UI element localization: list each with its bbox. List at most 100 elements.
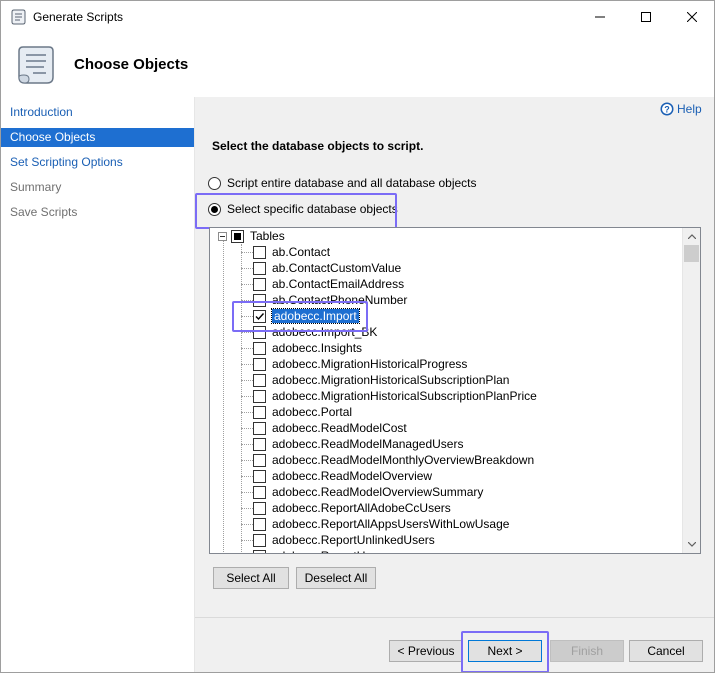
scroll-down-arrow[interactable]: [683, 536, 700, 553]
next-button[interactable]: Next >: [468, 640, 542, 662]
tree-item-checkbox[interactable]: [253, 533, 266, 547]
tree-guide-branch: [241, 332, 253, 333]
tree-item[interactable]: adobecc.MigrationHistoricalSubscriptionP…: [253, 388, 537, 404]
maximize-button[interactable]: [623, 1, 669, 33]
tree-item-label: adobecc.MigrationHistoricalSubscriptionP…: [272, 389, 537, 403]
page-title: Choose Objects: [74, 56, 189, 73]
finish-button: Finish: [550, 640, 624, 662]
nav-item-set-scripting-options[interactable]: Set Scripting Options: [1, 153, 194, 172]
tree-item-label: adobecc.ReadModelManagedUsers: [272, 437, 464, 451]
radio-specific-objects-label: Select specific database objects: [227, 202, 398, 216]
cancel-button[interactable]: Cancel: [629, 640, 703, 662]
footer-divider: [195, 617, 714, 618]
tree-item-label: adobecc.ReportUsers: [272, 549, 388, 553]
tree-item-label: adobecc.ReportAllAdobeCcUsers: [272, 501, 451, 515]
scroll-thumb[interactable]: [684, 245, 699, 262]
help-link[interactable]: ? Help: [660, 102, 702, 116]
tree-node-tables[interactable]: Tables: [218, 228, 285, 244]
tree-item-checkbox[interactable]: [253, 549, 266, 553]
tree-guide-branch: [241, 524, 253, 525]
tree-item-checkbox[interactable]: [253, 261, 266, 275]
wizard-header: Choose Objects: [1, 33, 714, 97]
tree-item[interactable]: adobecc.MigrationHistoricalSubscriptionP…: [253, 372, 509, 388]
radio-specific-objects[interactable]: Select specific database objects: [208, 202, 398, 216]
tree-item-checkbox[interactable]: [253, 293, 266, 307]
tree-item[interactable]: adobecc.ReportAllAppsUsersWithLowUsage: [253, 516, 509, 532]
tree-item-label: ab.ContactPhoneNumber: [272, 293, 408, 307]
select-all-button[interactable]: Select All: [213, 567, 289, 589]
tree-item[interactable]: adobecc.ReportUnlinkedUsers: [253, 532, 435, 548]
script-scroll-icon: [18, 46, 54, 84]
tree-item[interactable]: adobecc.ReadModelManagedUsers: [253, 436, 463, 452]
chevron-down-icon: [687, 542, 696, 547]
tree-item[interactable]: ab.Contact: [253, 244, 330, 260]
tree-item-checkbox[interactable]: [253, 309, 266, 323]
tree-guide-branch: [241, 476, 253, 477]
previous-button[interactable]: < Previous: [389, 640, 463, 662]
tree-item-checkbox[interactable]: [253, 245, 266, 259]
tree-item[interactable]: ab.ContactPhoneNumber: [253, 292, 407, 308]
tree-item-label: adobecc.MigrationHistoricalSubscriptionP…: [272, 373, 510, 387]
scroll-up-arrow[interactable]: [683, 228, 700, 245]
radio-entire-database-label: Script entire database and all database …: [227, 176, 477, 190]
collapse-icon[interactable]: [218, 231, 227, 241]
tree-item-label: ab.ContactCustomValue: [272, 261, 402, 275]
tree-item-checkbox[interactable]: [253, 405, 266, 419]
tree-item-checkbox[interactable]: [253, 421, 266, 435]
tree-scrollbar[interactable]: [682, 228, 700, 553]
tree-guide-branch: [241, 252, 253, 253]
title-bar: Generate Scripts: [1, 1, 714, 33]
tree-item[interactable]: adobecc.ReadModelCost: [253, 420, 407, 436]
tree-item-label: adobecc.Insights: [272, 341, 363, 355]
tree-item-checkbox[interactable]: [253, 357, 266, 371]
tree-item-checkbox[interactable]: [253, 373, 266, 387]
tree-item-checkbox[interactable]: [253, 517, 266, 531]
radio-specific-objects-circle[interactable]: [208, 202, 221, 216]
minimize-button[interactable]: [577, 1, 623, 33]
window-title: Generate Scripts: [33, 10, 124, 24]
tree-item-checkbox[interactable]: [253, 325, 266, 339]
tree-item[interactable]: adobecc.Portal: [253, 404, 352, 420]
nav-item-save-scripts: Save Scripts: [10, 205, 78, 219]
tree-item-checkbox[interactable]: [253, 469, 266, 483]
tree-item[interactable]: adobecc.ReadModelMonthlyOverviewBreakdow…: [253, 452, 534, 468]
tree-item[interactable]: adobecc.ReportAllAdobeCcUsers: [253, 500, 451, 516]
tree-item-checkbox[interactable]: [253, 437, 266, 451]
tree-item[interactable]: adobecc.MigrationHistoricalProgress: [253, 356, 467, 372]
tree-guide-branch: [241, 412, 253, 413]
tree-item-checkbox[interactable]: [253, 453, 266, 467]
tree-item-checkbox[interactable]: [253, 389, 266, 403]
tree-item[interactable]: ab.ContactEmailAddress: [253, 276, 404, 292]
nav-item-introduction[interactable]: Introduction: [1, 103, 194, 122]
tree-item-checkbox[interactable]: [253, 277, 266, 291]
tree-guide-branch: [241, 460, 253, 461]
tree-item-label: adobecc.MigrationHistoricalProgress: [272, 357, 468, 371]
tree-item-checkbox[interactable]: [253, 341, 266, 355]
tree-item-label: adobecc.Portal: [272, 405, 353, 419]
tree-item[interactable]: ab.ContactCustomValue: [253, 260, 401, 276]
tree-item[interactable]: adobecc.ReadModelOverviewSummary: [253, 484, 483, 500]
tables-checkbox[interactable]: [231, 229, 244, 243]
tree-item-label: adobecc.Import_BK: [272, 325, 378, 339]
tree-guide-branch: [241, 428, 253, 429]
tree-item[interactable]: adobecc.Import: [253, 308, 360, 324]
tree-item[interactable]: adobecc.Import_BK: [253, 324, 377, 340]
close-button[interactable]: [669, 1, 714, 33]
instruction-text: Select the database objects to script.: [212, 139, 424, 153]
tree-item-label: adobecc.ReadModelMonthlyOverviewBreakdow…: [272, 453, 535, 467]
nav-item-choose-objects[interactable]: Choose Objects: [1, 128, 194, 147]
tree-item-label: ab.Contact: [272, 245, 331, 259]
radio-entire-database-circle[interactable]: [208, 176, 221, 190]
tree-item[interactable]: adobecc.ReportUsers: [253, 548, 388, 553]
chevron-up-icon: [687, 234, 696, 239]
tree-item[interactable]: adobecc.ReadModelOverview: [253, 468, 432, 484]
deselect-all-button[interactable]: Deselect All: [296, 567, 376, 589]
tree-guide-branch: [241, 284, 253, 285]
tree-item[interactable]: adobecc.Insights: [253, 340, 362, 356]
tree-guide-branch: [241, 364, 253, 365]
tree-item-checkbox[interactable]: [253, 501, 266, 515]
objects-tree[interactable]: Tables ab.Contact ab.ContactCustomValue ab…: [209, 227, 701, 554]
radio-entire-database[interactable]: Script entire database and all database …: [208, 176, 477, 190]
tree-item-label: adobecc.Import: [271, 308, 360, 324]
tree-item-checkbox[interactable]: [253, 485, 266, 499]
